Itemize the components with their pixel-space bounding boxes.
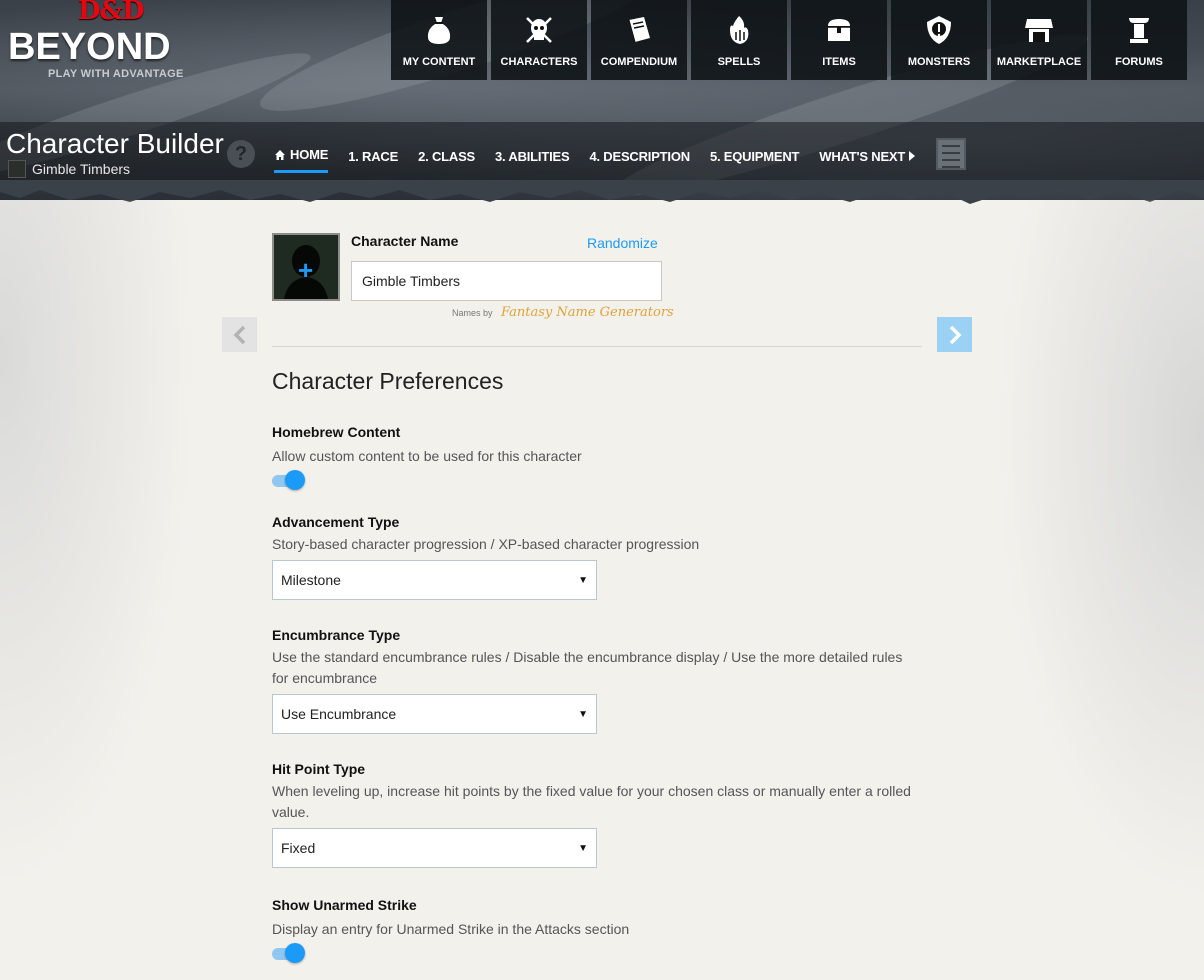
tab-equipment[interactable]: 5. EQUIPMENT	[709, 147, 800, 173]
unarmed-description: Display an entry for Unarmed Strike in t…	[272, 921, 630, 937]
character-name-input[interactable]	[351, 261, 662, 301]
tab-class[interactable]: 2. CLASS	[418, 147, 475, 173]
builder-steps: HOME 1. RACE 2. CLASS 3. ABILITIES 4. DE…	[274, 147, 916, 173]
chest-icon	[828, 19, 850, 41]
chevron-left-icon	[233, 325, 245, 344]
homebrew-description: Allow custom content to be used for this…	[272, 448, 582, 464]
nav-items[interactable]: ITEMS	[791, 0, 887, 80]
tab-description-label: 4. DESCRIPTION	[589, 148, 690, 164]
fantasy-name-generators-link[interactable]: Fantasy Name Generators	[501, 305, 674, 320]
nav-items-label: ITEMS	[822, 56, 856, 68]
tab-equipment-label: 5. EQUIPMENT	[709, 148, 800, 164]
nav-compendium-label: COMPENDIUM	[600, 56, 678, 68]
tab-whats-next-label: WHAT'S NEXT	[819, 148, 906, 164]
nav-spells[interactable]: SPELLS	[691, 0, 787, 80]
encumbrance-select[interactable]: Use Encumbrance ▼	[272, 694, 597, 734]
character-sheet-icon[interactable]	[936, 138, 966, 170]
add-icon: +	[298, 255, 314, 285]
tab-abilities-label: 3. ABILITIES	[495, 148, 570, 164]
unarmed-title: Show Unarmed Strike	[272, 897, 417, 913]
tab-race[interactable]: 1. RACE	[348, 147, 398, 173]
avatar	[8, 160, 26, 178]
previous-step-button[interactable]	[222, 317, 257, 352]
hitpoint-description: When leveling up, increase hit points by…	[272, 783, 911, 820]
tab-abilities[interactable]: 3. ABILITIES	[495, 147, 570, 173]
toggle-knob	[285, 943, 305, 963]
encumbrance-title: Encumbrance Type	[272, 627, 401, 643]
current-character[interactable]: Gimble Timbers	[8, 160, 130, 178]
unarmed-toggle[interactable]	[272, 942, 306, 964]
nav-my-content[interactable]: MY CONTENT	[391, 0, 487, 80]
encumbrance-description: Use the standard encumbrance rules / Dis…	[272, 649, 903, 686]
preferences-heading: Character Preferences	[272, 368, 504, 394]
next-step-button[interactable]	[937, 317, 972, 352]
caret-down-icon: ▼	[578, 842, 588, 854]
caret-down-icon: ▼	[578, 708, 588, 720]
advancement-title: Advancement Type	[272, 514, 400, 530]
page-title: Character Builder	[6, 128, 224, 159]
nav-my-content-label: MY CONTENT	[402, 56, 476, 68]
shield-eye-icon	[927, 16, 951, 44]
nav-compendium[interactable]: COMPENDIUM	[591, 0, 687, 80]
nav-monsters-label: MONSTERS	[907, 56, 971, 68]
caret-down-icon: ▼	[578, 574, 588, 586]
bag-icon	[427, 17, 451, 44]
current-character-name: Gimble Timbers	[32, 161, 131, 177]
pillar-icon	[1129, 18, 1149, 43]
background-art-left	[0, 200, 230, 980]
chevron-right-icon	[949, 325, 961, 344]
tab-whats-next[interactable]: WHAT'S NEXT	[819, 147, 916, 173]
homebrew-title: Homebrew Content	[272, 424, 401, 440]
shop-icon	[1025, 19, 1053, 42]
home-icon	[275, 149, 285, 160]
nav-characters[interactable]: CHARACTERS	[491, 0, 587, 80]
section-divider	[272, 346, 922, 347]
advancement-select[interactable]: Milestone ▼	[272, 560, 597, 600]
character-portrait-upload[interactable]: +	[272, 233, 340, 301]
main-navigation: MY CONTENT CHARACTERS COMPENDIUM SPELLS …	[391, 0, 1187, 80]
skull-helm-icon	[526, 17, 552, 43]
hitpoint-select[interactable]: Fixed ▼	[272, 828, 597, 868]
nav-spells-label: SPELLS	[717, 56, 761, 68]
book-icon	[628, 17, 650, 43]
beyond-wordmark: BEYOND	[8, 26, 171, 68]
names-by-label: Names by	[452, 308, 493, 318]
fire-hand-icon	[730, 16, 749, 44]
nav-forums-label: FORUMS	[1115, 56, 1163, 68]
help-icon[interactable]: ?	[227, 140, 255, 168]
encumbrance-select-value: Use Encumbrance	[281, 706, 397, 722]
advancement-description: Story-based character progression / XP-b…	[272, 536, 700, 552]
tab-home[interactable]: HOME	[274, 147, 328, 173]
hitpoint-select-value: Fixed	[281, 840, 316, 856]
character-name-label: Character Name	[351, 233, 459, 249]
tab-race-label: 1. RACE	[348, 148, 399, 164]
nav-monsters[interactable]: MONSTERS	[891, 0, 987, 80]
randomize-link[interactable]: Randomize	[587, 235, 658, 251]
tab-description[interactable]: 4. DESCRIPTION	[589, 147, 690, 173]
tab-home-label: HOME	[290, 147, 329, 162]
homebrew-toggle[interactable]	[272, 469, 306, 491]
nav-characters-label: CHARACTERS	[500, 56, 578, 68]
nav-marketplace[interactable]: MARKETPLACE	[991, 0, 1087, 80]
background-art-right	[960, 200, 1204, 980]
dndbeyond-logo[interactable]: D&D BEYOND PLAY WITH ADVANTAGE	[8, 0, 213, 86]
logo-tagline: PLAY WITH ADVANTAGE	[48, 68, 184, 80]
toggle-knob	[285, 470, 305, 490]
caret-right-icon	[909, 151, 916, 161]
nav-marketplace-label: MARKETPLACE	[996, 56, 1082, 68]
hitpoint-title: Hit Point Type	[272, 761, 366, 777]
tab-class-label: 2. CLASS	[418, 148, 476, 164]
dnd-logo-mark: D&D	[78, 0, 145, 26]
advancement-select-value: Milestone	[281, 572, 341, 588]
nav-forums[interactable]: FORUMS	[1091, 0, 1187, 80]
